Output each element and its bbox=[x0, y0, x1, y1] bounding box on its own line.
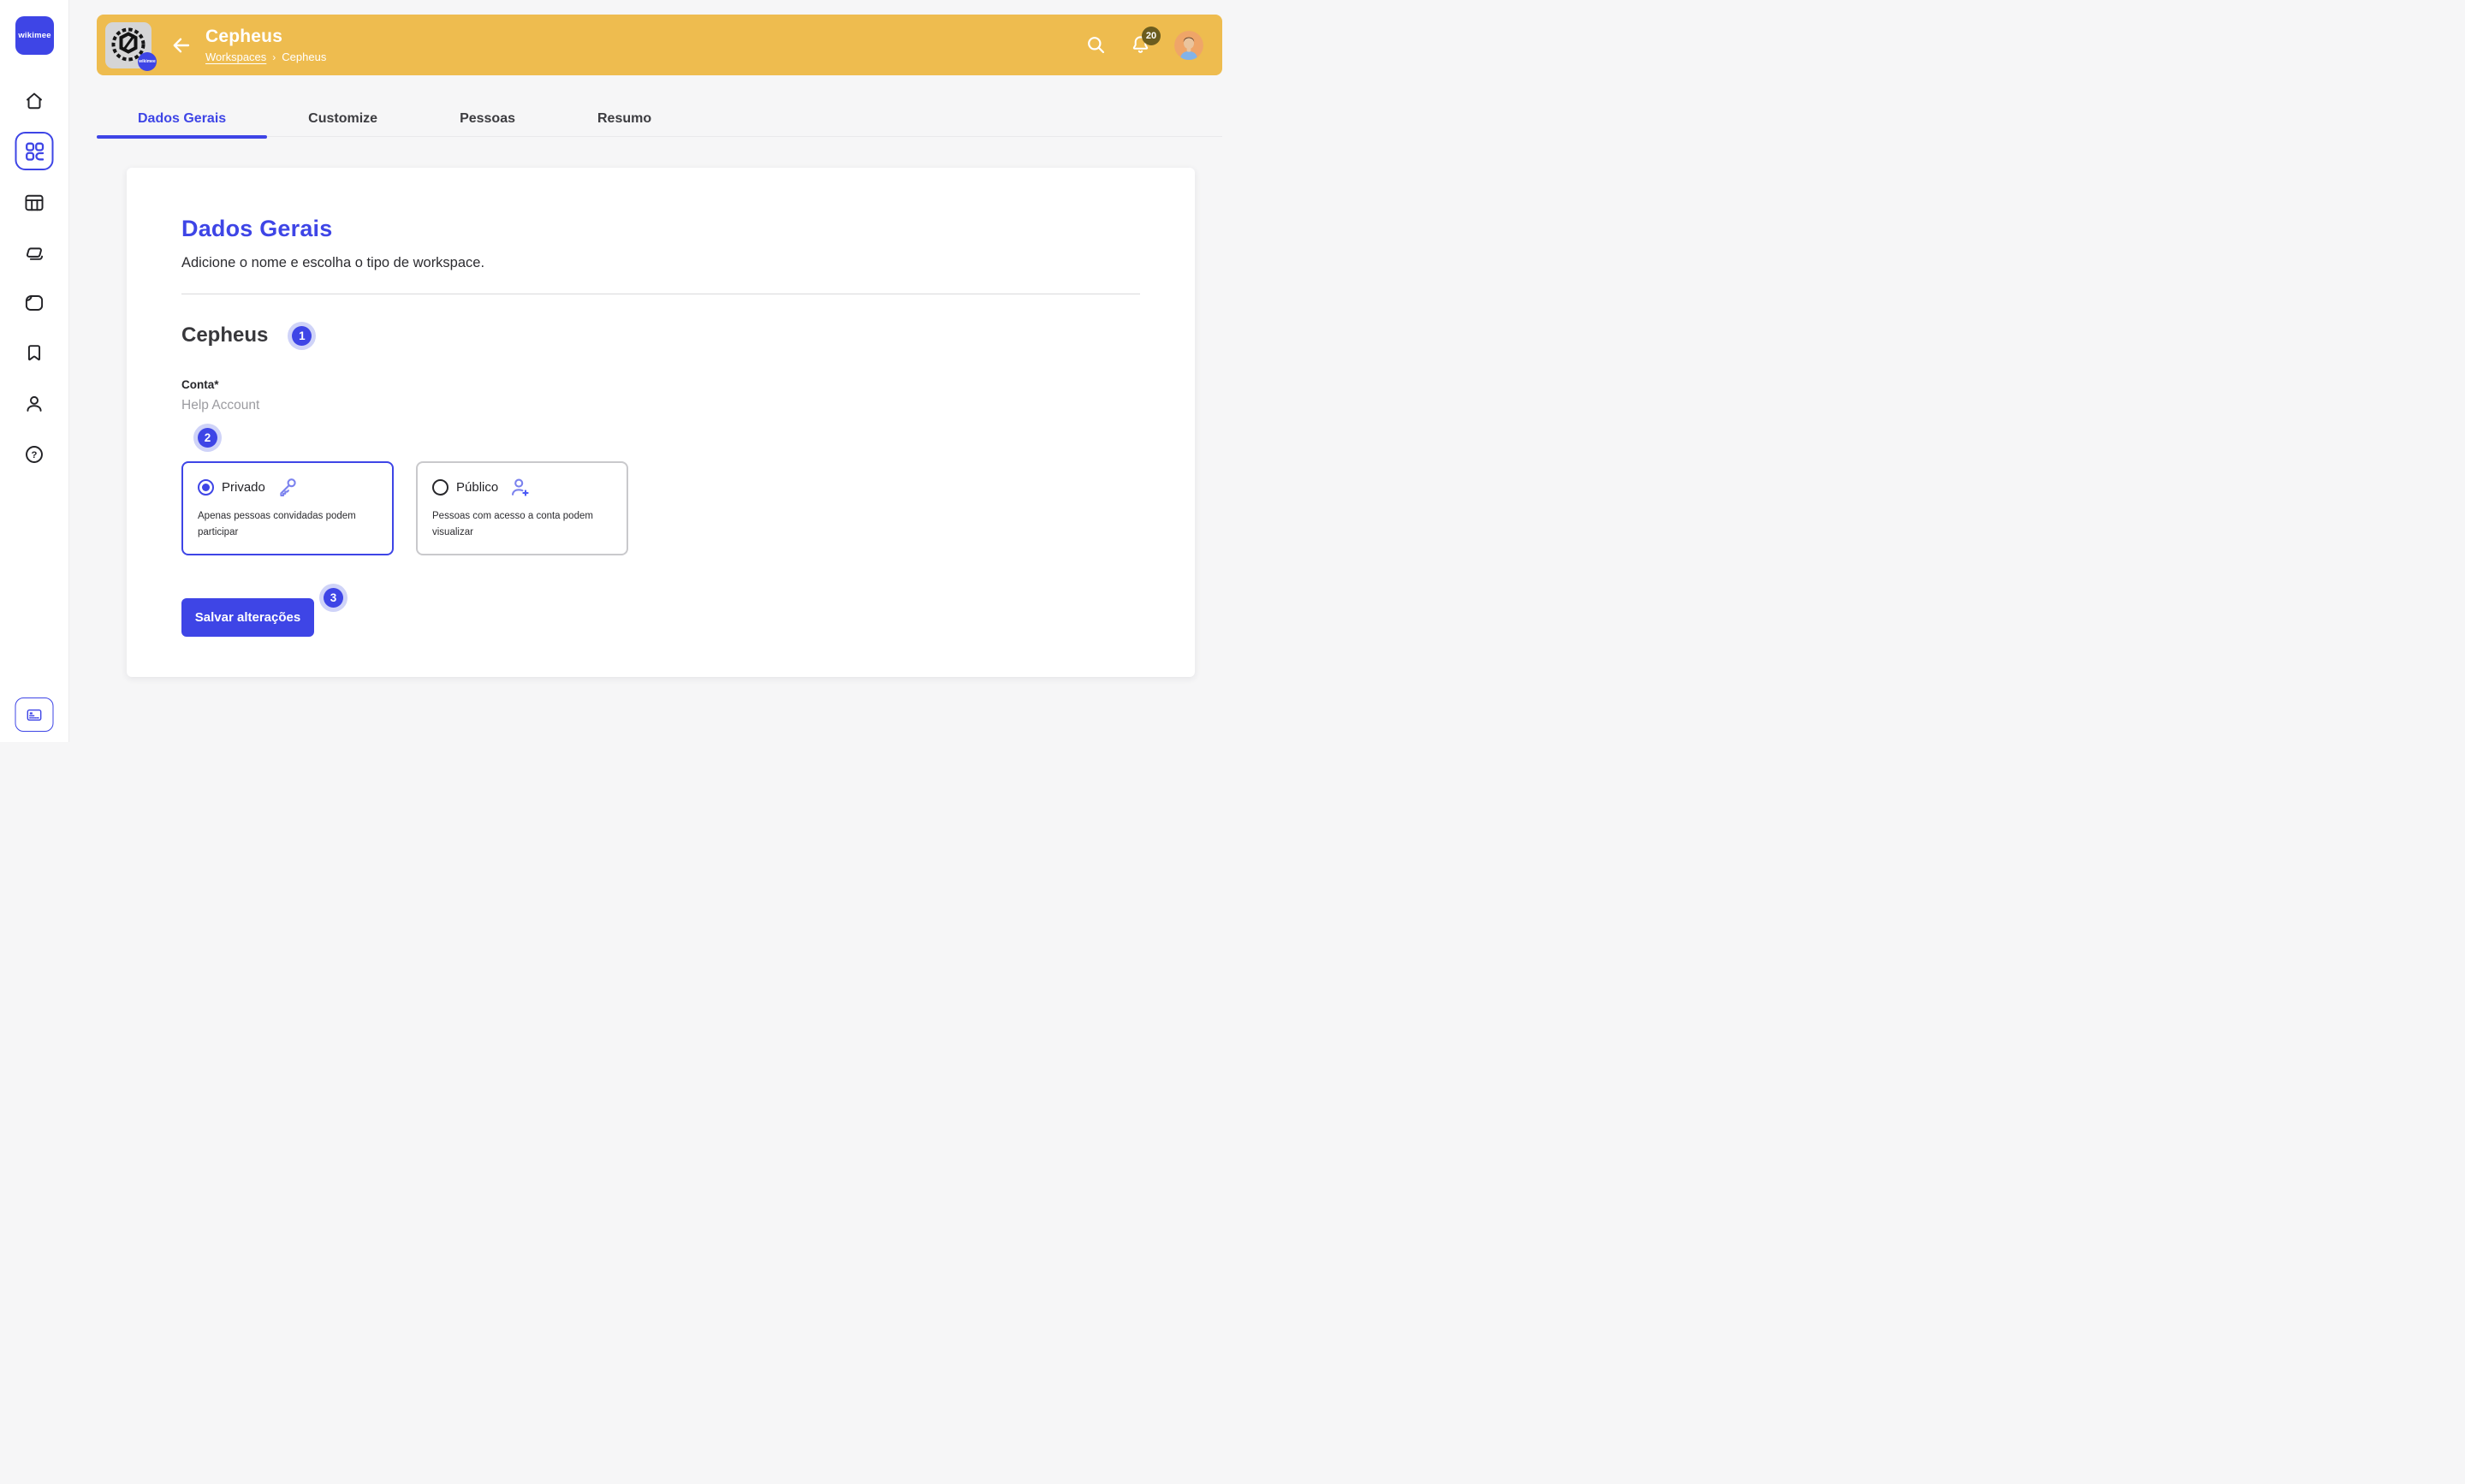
option-label: Privado bbox=[222, 480, 265, 495]
sidebar-item-workspaces[interactable] bbox=[15, 132, 54, 170]
breadcrumb-current: Cepheus bbox=[282, 50, 326, 63]
sidebar-item-bookmarks[interactable] bbox=[23, 341, 45, 364]
section-subtitle: Adicione o nome e escolha o tipo de work… bbox=[181, 255, 1140, 271]
option-description: Pessoas com acesso a conta podem visuali… bbox=[432, 508, 612, 541]
radio-dot bbox=[202, 484, 210, 491]
arrow-left-icon bbox=[170, 34, 193, 56]
breadcrumb-workspaces-link[interactable]: Workspaces bbox=[205, 50, 266, 63]
notification-count: 20 bbox=[1146, 31, 1156, 41]
visibility-options: Privado Apenas pessoas convidadas podem … bbox=[181, 461, 1140, 555]
header-actions: 20 bbox=[1085, 31, 1203, 60]
option-header: Privado bbox=[198, 476, 377, 499]
tab-label: Customize bbox=[308, 111, 377, 127]
option-header: Público bbox=[432, 476, 612, 499]
tab-label: Dados Gerais bbox=[138, 111, 226, 127]
workspace-avatar: wikimee bbox=[105, 22, 151, 68]
apps-icon bbox=[23, 140, 45, 163]
user-avatar-image bbox=[1174, 31, 1203, 60]
sidebar-item-billing[interactable] bbox=[15, 697, 54, 732]
app-logo[interactable]: wikimee bbox=[15, 16, 54, 55]
cards-icon bbox=[23, 242, 45, 264]
sidebar-item-notes[interactable] bbox=[23, 292, 45, 314]
note-icon bbox=[23, 292, 45, 314]
app-logo-text: wikimee bbox=[18, 31, 50, 40]
workspace-brand-badge-text: wikimee bbox=[139, 59, 155, 64]
breadcrumb-separator: › bbox=[272, 51, 276, 63]
tab-pessoas[interactable]: Pessoas bbox=[419, 101, 556, 136]
step-badge-2: 2 bbox=[198, 428, 217, 448]
tab-resumo[interactable]: Resumo bbox=[556, 101, 692, 136]
svg-text:?: ? bbox=[32, 450, 38, 460]
tab-label: Pessoas bbox=[460, 111, 515, 127]
step-badge-1: 1 bbox=[292, 326, 312, 346]
option-publico[interactable]: Público Pessoas com acesso a conta podem… bbox=[416, 461, 628, 555]
tab-label: Resumo bbox=[597, 111, 651, 127]
bookmark-icon bbox=[23, 341, 45, 364]
breadcrumb: Workspaces › Cepheus bbox=[205, 50, 326, 63]
account-value: Help Account bbox=[181, 398, 1140, 413]
billing-card-icon bbox=[26, 706, 44, 724]
board-icon bbox=[23, 192, 45, 214]
profile-icon bbox=[23, 393, 45, 415]
notification-count-badge: 20 bbox=[1142, 27, 1161, 45]
user-avatar[interactable] bbox=[1174, 31, 1203, 60]
sidebar-item-home[interactable] bbox=[23, 90, 45, 112]
option-privado[interactable]: Privado Apenas pessoas convidadas podem … bbox=[181, 461, 394, 555]
tab-dados-gerais[interactable]: Dados Gerais bbox=[97, 101, 267, 136]
sidebar-item-help[interactable]: ? bbox=[23, 443, 45, 466]
notifications-button[interactable]: 20 bbox=[1130, 34, 1151, 56]
header-titles: Cepheus Workspaces › Cepheus bbox=[205, 27, 326, 63]
radio-publico[interactable] bbox=[432, 479, 448, 496]
search-icon bbox=[1085, 34, 1107, 56]
sidebar: wikimee bbox=[0, 0, 69, 742]
page-title: Cepheus bbox=[205, 27, 326, 47]
step-number: 2 bbox=[205, 431, 211, 444]
step-badge-3: 3 bbox=[324, 588, 343, 608]
save-row: Salvar alterações 3 bbox=[181, 598, 314, 637]
section-title: Dados Gerais bbox=[181, 216, 1140, 242]
step-number: 3 bbox=[330, 591, 337, 604]
workspace-name: Cepheus bbox=[181, 324, 268, 347]
option-description: Apenas pessoas convidadas podem particip… bbox=[198, 508, 377, 541]
key-icon bbox=[276, 476, 299, 499]
help-icon: ? bbox=[23, 443, 45, 466]
step-2-row: 2 bbox=[198, 428, 1140, 448]
home-icon bbox=[23, 90, 45, 112]
back-button[interactable] bbox=[170, 34, 193, 56]
person-add-icon bbox=[508, 476, 532, 499]
save-button[interactable]: Salvar alterações bbox=[181, 598, 314, 637]
workspace-header: wikimee Cepheus Workspaces › Cepheus bbox=[97, 15, 1222, 75]
workspace-brand-badge: wikimee bbox=[138, 52, 157, 71]
tab-customize[interactable]: Customize bbox=[267, 101, 419, 136]
search-button[interactable] bbox=[1085, 34, 1107, 56]
sidebar-item-profile[interactable] bbox=[23, 393, 45, 415]
workspace-name-row: Cepheus 1 bbox=[181, 324, 1140, 347]
step-number: 1 bbox=[299, 329, 306, 342]
radio-privado[interactable] bbox=[198, 479, 214, 496]
settings-card: Dados Gerais Adicione o nome e escolha o… bbox=[127, 168, 1195, 677]
sidebar-item-boards[interactable] bbox=[23, 192, 45, 214]
tab-bar: Dados Gerais Customize Pessoas Resumo bbox=[97, 101, 1222, 137]
account-label: Conta* bbox=[181, 378, 1140, 391]
option-label: Público bbox=[456, 480, 498, 495]
sidebar-item-cards[interactable] bbox=[23, 242, 45, 264]
